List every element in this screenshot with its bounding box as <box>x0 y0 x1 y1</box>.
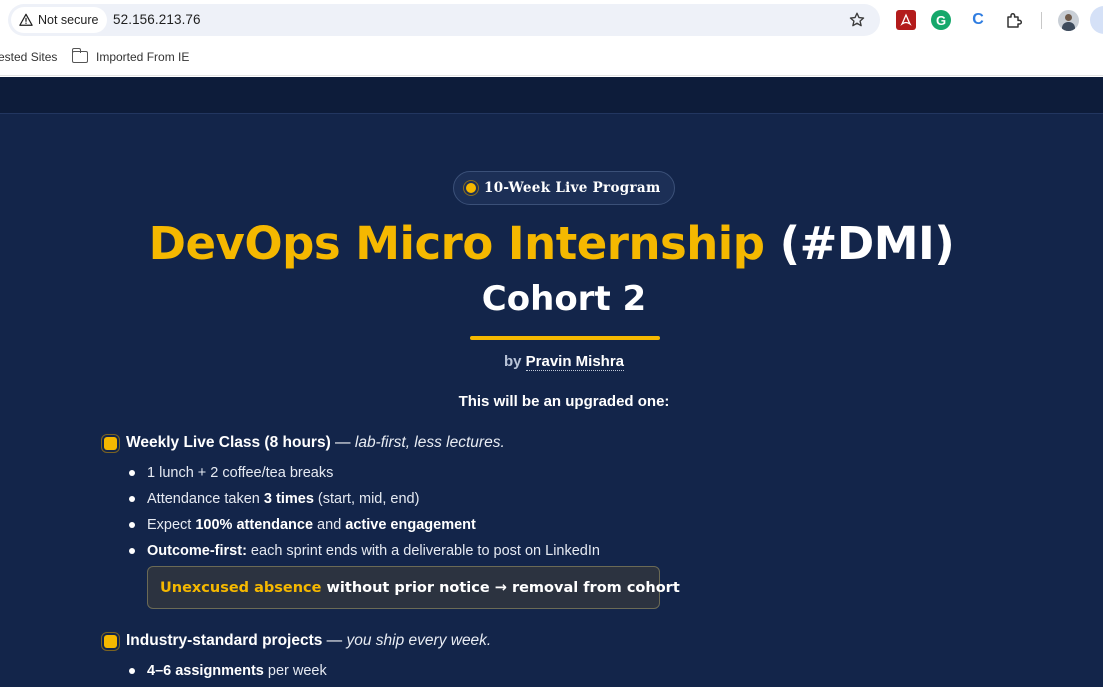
c-extension-icon[interactable]: C <box>968 10 988 30</box>
item-bold: 100% attendance <box>195 517 314 533</box>
item-bold: 4–6 assignments <box>147 663 264 679</box>
pdf-extension-icon[interactable] <box>896 10 916 30</box>
item-text: Expect <box>147 517 196 533</box>
callout-highlight: Unexcused absence <box>160 579 322 596</box>
security-chip[interactable]: Not secure <box>11 7 108 33</box>
toolbar-divider <box>1041 12 1042 29</box>
title-suffix: (#DMI) <box>779 217 955 270</box>
site-navbar <box>0 77 1103 114</box>
list-item: Outcome-first: each sprint ends with a d… <box>128 541 600 567</box>
item-bold: Outcome-first: <box>147 543 247 559</box>
warning-icon <box>19 13 33 26</box>
section-tagline: you ship every week. <box>346 632 492 649</box>
bookmark-label: ested Sites <box>0 50 58 64</box>
list-item: 1 lunch + 2 coffee/tea breaks <box>128 463 600 489</box>
projects-list: 4–6 assignments per week <box>128 661 327 687</box>
item-text: Attendance taken <box>147 491 264 507</box>
list-item: Expect 100% attendance and active engage… <box>128 515 600 541</box>
bookmark-imported-from-ie[interactable]: Imported From IE <box>71 48 190 64</box>
page-content: 10-Week Live Program DevOps Micro Intern… <box>0 77 1103 687</box>
intro-text: This will be an upgraded one: <box>458 393 670 410</box>
weekly-class-list: 1 lunch + 2 coffee/tea breaks Attendance… <box>128 463 600 567</box>
item-text: and <box>313 517 346 533</box>
section-title: Weekly Live Class (8 hours) <box>126 434 331 451</box>
item-bold: active engagement <box>345 517 476 533</box>
byline: by Pravin Mishra <box>0 353 1103 371</box>
bookmark-label: Imported From IE <box>96 50 190 64</box>
author-link[interactable]: Pravin Mishra <box>525 353 625 371</box>
badge-label: 10-Week Live Program <box>484 180 661 196</box>
bookmarks-bar: ested Sites Imported From IE <box>0 40 1103 76</box>
item-text: per week <box>263 663 327 679</box>
list-item: Attendance taken 3 times (start, mid, en… <box>128 489 600 515</box>
item-bold: 3 times <box>263 491 314 507</box>
cohort-subtitle: Cohort 2 <box>481 279 647 319</box>
grammarly-icon[interactable]: G <box>931 10 951 30</box>
title-underline <box>470 336 660 340</box>
item-text: each sprint ends with a deliverable to p… <box>246 543 600 559</box>
program-badge: 10-Week Live Program <box>453 171 675 205</box>
list-item: 4–6 assignments per week <box>128 661 327 687</box>
bullet-square-icon <box>104 634 117 648</box>
browser-toolbar: Not secure 52.156.213.76 G C <box>0 0 1103 40</box>
section-tagline: lab-first, less lectures. <box>354 434 505 451</box>
address-bar[interactable]: Not secure 52.156.213.76 <box>8 4 880 36</box>
url-text[interactable]: 52.156.213.76 <box>113 12 201 27</box>
security-label: Not secure <box>38 13 99 27</box>
bullet-square-icon <box>104 436 117 450</box>
bookmark-star-icon[interactable] <box>848 11 866 29</box>
item-text: (start, mid, end) <box>313 491 420 507</box>
dash: — <box>330 434 355 451</box>
section-title: Industry-standard projects <box>126 632 323 649</box>
page-title: DevOps Micro Internship (#DMI) <box>0 217 1103 270</box>
absence-warning-callout: Unexcused absence without prior notice →… <box>147 566 680 609</box>
browser-menu-button[interactable] <box>1090 6 1103 34</box>
section-heading-projects: Industry-standard projects — you ship ev… <box>104 632 491 650</box>
title-highlight: DevOps Micro Internship <box>148 217 765 270</box>
item-text: 1 lunch + 2 coffee/tea breaks <box>147 465 334 481</box>
folder-icon <box>71 48 88 63</box>
section-heading-weekly-class: Weekly Live Class (8 hours) — lab-first,… <box>104 434 505 452</box>
extensions-puzzle-icon[interactable] <box>1004 10 1024 30</box>
byline-prefix: by <box>503 353 522 370</box>
bookmark-suggested-sites[interactable]: ested Sites <box>0 50 57 64</box>
badge-dot-icon <box>466 183 476 193</box>
profile-avatar[interactable] <box>1058 10 1079 31</box>
callout-text: without prior notice → removal from coho… <box>321 579 680 596</box>
dash: — <box>322 632 347 649</box>
